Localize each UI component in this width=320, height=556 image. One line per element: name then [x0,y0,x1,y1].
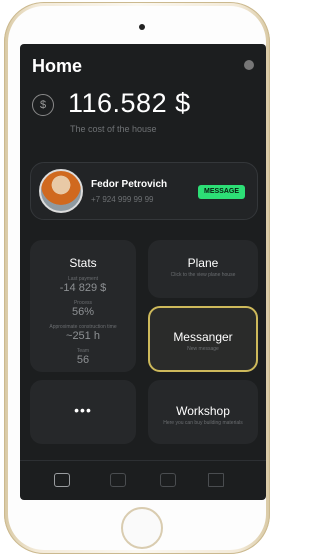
stat-value: ~251 h [66,330,100,342]
app-screen: Home $ 116.582 $ The cost of the house F… [20,44,266,500]
avatar [39,169,83,213]
profile-icon[interactable] [244,60,254,70]
messanger-title: Messanger [173,330,233,344]
inbox-icon[interactable] [110,473,126,487]
more-card[interactable]: ••• [30,380,136,444]
more-icon: ••• [74,402,92,418]
message-button[interactable]: MESSAGE [197,185,245,199]
stats-title: Stats [69,256,97,270]
messanger-subtitle: New message [187,346,219,352]
workshop-card[interactable]: Workshop Here you can buy building mater… [148,380,258,444]
stat-value: 56 [76,354,90,366]
workshop-title: Workshop [176,404,230,418]
contact-phone: +7 924 999 99 99 [91,195,154,204]
stat-value: 56% [71,306,95,318]
contact-name: Fedor Petrovich [91,179,168,190]
front-camera [139,24,145,30]
workshop-subtitle: Here you can buy building materials [163,420,243,426]
contact-card[interactable]: Fedor Petrovich +7 924 999 99 99 MESSAGE [30,162,258,220]
page-title: Home [32,56,83,76]
tab-bar [20,460,266,500]
chart-icon[interactable] [208,473,224,487]
balance-amount: 116.582 $ [68,88,191,118]
plane-title: Plane [187,256,219,270]
messanger-card[interactable]: Messanger New message [148,306,258,372]
balance-caption: The cost of the house [70,124,157,134]
plane-subtitle: Click to the view plane house [170,272,236,278]
home-icon[interactable] [54,473,70,487]
plane-card[interactable]: Plane Click to the view plane house [148,240,258,298]
stat-value: -14 829 $ [59,282,107,294]
wallet-icon[interactable] [160,473,176,487]
stats-card[interactable]: Stats Last payment -14 829 $ Process 56%… [30,240,136,372]
dollar-coin-icon: $ [32,94,54,116]
home-button[interactable] [121,507,163,549]
